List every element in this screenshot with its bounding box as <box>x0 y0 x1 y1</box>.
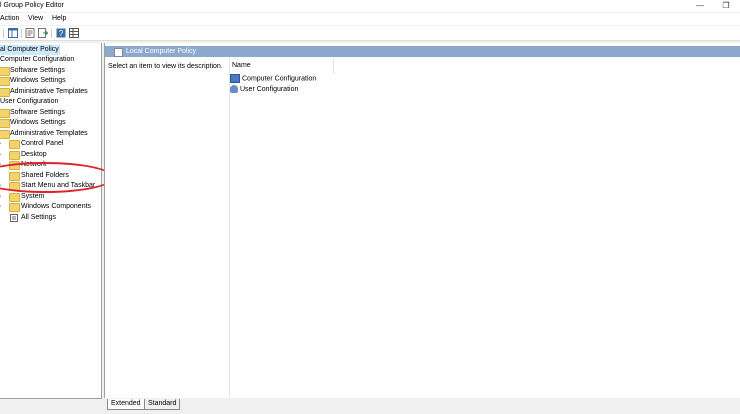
annotation-circle <box>0 162 114 193</box>
description-text: Select an item to view its description. <box>108 63 223 70</box>
menu-view[interactable]: View <box>28 15 43 22</box>
export-icon[interactable] <box>38 28 48 38</box>
list-item-user-configuration[interactable]: User Configuration <box>230 85 298 93</box>
expand-arrow-icon[interactable]: › <box>0 202 1 212</box>
tree-item-label: Software Settings <box>10 67 65 74</box>
folder-icon <box>0 119 10 128</box>
list-item-label: Computer Configuration <box>242 75 317 83</box>
all-settings-icon <box>10 214 18 222</box>
pane-divider <box>229 57 230 397</box>
folder-icon <box>9 140 20 149</box>
folder-icon <box>9 193 20 202</box>
computer-icon <box>230 74 240 83</box>
help-icon[interactable]: ? <box>56 28 66 38</box>
restore-button[interactable]: ❐ <box>720 1 732 11</box>
folder-icon <box>9 151 20 160</box>
toolbar-separator <box>3 29 4 38</box>
folder-icon <box>0 109 10 118</box>
details-view-icon[interactable] <box>69 28 79 38</box>
expand-arrow-icon[interactable]: › <box>0 192 1 202</box>
tree-item-label: Windows Settings <box>10 77 66 84</box>
column-separator[interactable] <box>333 59 334 73</box>
tree-item-label: System <box>21 193 45 200</box>
tree-item-label: Computer Configuration <box>0 56 75 63</box>
tree-item-label: Administrative Templates <box>10 130 88 137</box>
list-item-label: User Configuration <box>240 85 299 93</box>
tab-extended[interactable]: Extended <box>107 399 145 410</box>
window-title: l Group Policy Editor <box>0 2 64 9</box>
tree-item-computer-configuration[interactable]: Computer Configuration <box>0 55 74 65</box>
toolbar-separator <box>21 29 22 38</box>
details-header: Local Computer Policy <box>105 46 740 57</box>
tree-item-label: Desktop <box>21 151 47 158</box>
tree-item-user-configuration[interactable]: User Configuration <box>0 97 58 107</box>
tree-item-label: Administrative Templates <box>10 88 88 95</box>
expand-arrow-icon[interactable]: › <box>0 139 1 149</box>
details-header-title: Local Computer Policy <box>126 48 197 55</box>
tree-item-local-computer-policy[interactable]: al Computer Policy <box>0 45 60 55</box>
folder-icon <box>9 203 20 212</box>
expand-arrow-icon[interactable]: › <box>0 150 1 160</box>
tree-item-label: Control Panel <box>21 140 64 147</box>
tree-item-label: Windows Components <box>21 203 92 210</box>
tree-item-label: al Computer Policy <box>0 46 59 53</box>
tree-item-label: User Configuration <box>0 98 59 105</box>
tab-standard[interactable]: Standard <box>144 399 181 410</box>
console-tree: al Computer Policy Computer Configuratio… <box>0 43 114 399</box>
minimize-button[interactable]: — <box>694 1 706 11</box>
policy-icon <box>114 48 123 57</box>
toolbar-separator <box>51 29 52 38</box>
user-icon <box>230 85 238 93</box>
properties-icon[interactable] <box>25 28 35 38</box>
column-header-name[interactable]: Name <box>232 62 251 69</box>
view-tabs: Extended Standard <box>104 398 740 414</box>
folder-icon <box>0 77 10 86</box>
folder-icon <box>0 67 10 76</box>
menu-action[interactable]: Action <box>0 15 19 22</box>
menu-help[interactable]: Help <box>52 15 66 22</box>
title-bar: l Group Policy Editor — ❐ <box>0 0 740 12</box>
tree-item-label: All Settings <box>21 214 57 221</box>
menu-bar: Action View Help <box>0 13 740 25</box>
folder-icon <box>0 88 10 97</box>
details-pane: Local Computer Policy Select an item to … <box>104 43 740 398</box>
folder-icon <box>0 130 10 139</box>
svg-text:?: ? <box>59 29 64 38</box>
list-item-computer-configuration[interactable]: Computer Configuration <box>230 74 316 83</box>
toolbar: ? <box>0 26 740 41</box>
tree-item-label: Windows Settings <box>10 119 66 126</box>
tree-item-label: Software Settings <box>10 109 65 116</box>
console-tree-icon[interactable] <box>8 28 18 38</box>
